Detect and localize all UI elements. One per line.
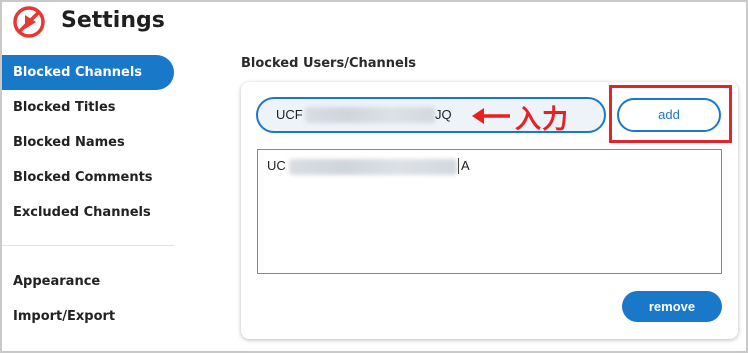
sidebar-primary: Blocked Channels Blocked Titles Blocked … — [2, 55, 177, 230]
remove-button[interactable]: remove — [622, 291, 722, 322]
blocked-channels-list[interactable]: UC A — [257, 149, 722, 274]
sidebar-item-blocked-titles[interactable]: Blocked Titles — [2, 90, 177, 125]
list-item-suffix: A — [458, 158, 470, 174]
annotation-arrow-icon — [472, 108, 510, 124]
list-item-prefix: UC — [267, 158, 286, 173]
page-title: Settings — [61, 8, 165, 33]
list-item[interactable]: UC A — [267, 158, 712, 176]
add-button[interactable]: add — [617, 98, 721, 132]
sidebar-item-excluded-channels[interactable]: Excluded Channels — [2, 195, 177, 230]
input-value-suffix: JQ — [435, 107, 452, 122]
sidebar-divider — [2, 245, 174, 246]
sidebar-secondary: Appearance Import/Export — [2, 264, 177, 334]
sidebar-item-blocked-channels[interactable]: Blocked Channels — [2, 55, 174, 90]
annotation-label: 入力 — [515, 105, 570, 135]
section-title: Blocked Users/Channels — [241, 56, 417, 71]
sidebar-item-blocked-comments[interactable]: Blocked Comments — [2, 160, 177, 195]
sidebar-item-appearance[interactable]: Appearance — [2, 264, 177, 299]
redacted-blur — [305, 107, 435, 123]
input-value-prefix: UCF — [276, 107, 303, 122]
sidebar-item-blocked-names[interactable]: Blocked Names — [2, 125, 177, 160]
blocked-play-icon — [13, 6, 45, 38]
sidebar-item-import-export[interactable]: Import/Export — [2, 299, 177, 334]
redacted-blur — [289, 159, 457, 175]
